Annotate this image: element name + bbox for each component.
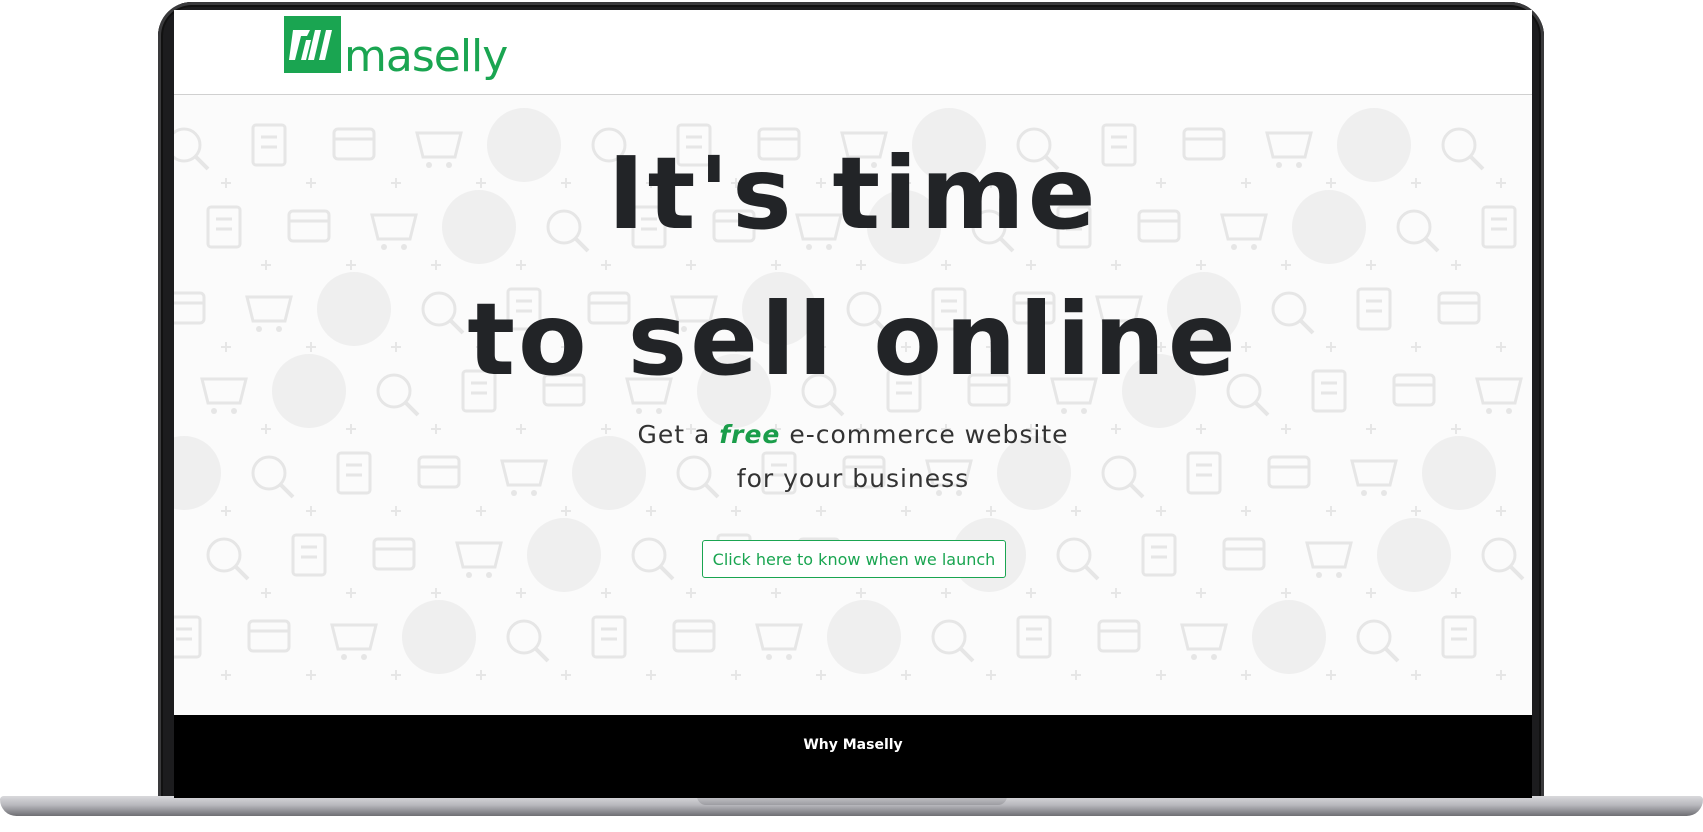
- plus-decoration-icon: [1071, 670, 1081, 680]
- magnifier-icon: [591, 615, 627, 659]
- brand-logo[interactable]: maselly: [284, 16, 508, 79]
- laptop-mockup: maselly It's time to sell online Get a f…: [0, 0, 1703, 832]
- megaphone-icon: [931, 619, 975, 663]
- plus-decoration-icon: [1156, 506, 1166, 516]
- subtitle-post: e-commerce website: [789, 420, 1069, 449]
- shopping-bag-icon: [291, 533, 327, 577]
- plus-decoration-icon: [1326, 506, 1336, 516]
- plus-decoration-icon: [856, 588, 866, 598]
- hero-subtitle-line2: for your business: [736, 464, 970, 493]
- plus-decoration-icon: [601, 588, 611, 598]
- delivery-truck-icon: [1481, 537, 1525, 581]
- plus-decoration-icon: [476, 670, 486, 680]
- plus-decoration-icon: [731, 670, 741, 680]
- plus-decoration-icon: [901, 506, 911, 516]
- why-maselly-link[interactable]: Why Maselly: [174, 737, 1532, 753]
- site-header: maselly: [174, 10, 1532, 95]
- basket-icon: [1252, 600, 1326, 674]
- plus-decoration-icon: [561, 506, 571, 516]
- plus-decoration-icon: [1111, 588, 1121, 598]
- clipboard-icon: [174, 615, 202, 659]
- stopwatch-icon: [247, 619, 291, 653]
- sale-tag-icon: [506, 619, 550, 663]
- plus-decoration-icon: [1366, 588, 1376, 598]
- plus-decoration-icon: [391, 670, 401, 680]
- logo-mark-icon: [284, 16, 341, 73]
- subtitle-pre: Get a: [637, 420, 711, 449]
- chat-icon: [1377, 518, 1451, 592]
- sneaker-icon: [402, 600, 476, 674]
- plus-decoration-icon: [1241, 670, 1251, 680]
- close-sign-icon: [330, 623, 378, 660]
- plus-decoration-icon: [1411, 506, 1421, 516]
- plus-decoration-icon: [646, 670, 656, 680]
- scissors-icon: [672, 619, 716, 653]
- subtitle-free: free: [719, 420, 781, 449]
- plus-decoration-icon: [1071, 506, 1081, 516]
- footer-bar: Why Maselly: [174, 715, 1532, 798]
- box-icon: [372, 537, 416, 571]
- plus-decoration-icon: [221, 670, 231, 680]
- plus-decoration-icon: [771, 588, 781, 598]
- basket-icon: [206, 537, 250, 581]
- plus-decoration-icon: [1156, 670, 1166, 680]
- plus-decoration-icon: [1026, 588, 1036, 598]
- plus-decoration-icon: [1451, 588, 1461, 598]
- plus-decoration-icon: [1411, 670, 1421, 680]
- tshirt-icon: [527, 518, 601, 592]
- plus-decoration-icon: [1281, 588, 1291, 598]
- plus-decoration-icon: [431, 588, 441, 598]
- plus-decoration-icon: [646, 506, 656, 516]
- cash-icon: [1097, 619, 1141, 653]
- box-icon: [1441, 615, 1477, 659]
- plus-decoration-icon: [561, 670, 571, 680]
- plus-decoration-icon: [1326, 670, 1336, 680]
- phone-icon: [755, 623, 803, 660]
- brand-name: maselly: [344, 31, 508, 82]
- plus-decoration-icon: [731, 506, 741, 516]
- shopping-bag-icon: [1356, 619, 1400, 663]
- piggy-bank-icon: [1222, 537, 1266, 571]
- cart-icon: [631, 537, 675, 581]
- shield-dollar-icon: [455, 541, 503, 578]
- hero-title-line2: to sell online: [467, 281, 1239, 398]
- launch-notify-button[interactable]: Click here to know when we launch: [702, 540, 1006, 578]
- location-pin-icon: [1056, 537, 1100, 581]
- plus-decoration-icon: [261, 588, 271, 598]
- plus-decoration-icon: [306, 670, 316, 680]
- plus-decoration-icon: [816, 670, 826, 680]
- plus-decoration-icon: [306, 506, 316, 516]
- hero-subtitle: Get a free e-commerce website for your b…: [174, 413, 1532, 501]
- plus-decoration-icon: [1241, 506, 1251, 516]
- plus-decoration-icon: [686, 588, 696, 598]
- plus-decoration-icon: [476, 506, 486, 516]
- plus-decoration-icon: [1496, 506, 1506, 516]
- hero-subtitle-line1: Get a free e-commerce website: [174, 413, 1532, 457]
- percent-icon: [1016, 615, 1052, 659]
- plus-decoration-icon: [1196, 588, 1206, 598]
- plus-decoration-icon: [221, 506, 231, 516]
- plus-decoration-icon: [516, 588, 526, 598]
- calculator-icon: [1180, 623, 1228, 660]
- plus-decoration-icon: [1496, 670, 1506, 680]
- wallet-icon: [1305, 541, 1353, 578]
- plus-decoration-icon: [901, 670, 911, 680]
- plus-decoration-icon: [986, 506, 996, 516]
- plus-decoration-icon: [391, 506, 401, 516]
- plus-decoration-icon: [986, 670, 996, 680]
- receipt-icon: [1141, 533, 1177, 577]
- hero-title: It's time to sell online: [174, 121, 1532, 413]
- plus-decoration-icon: [816, 506, 826, 516]
- hero-title-line1: It's time: [607, 135, 1099, 252]
- plus-decoration-icon: [941, 588, 951, 598]
- plus-decoration-icon: [346, 588, 356, 598]
- umbrella-icon: [827, 600, 901, 674]
- laptop-screen: maselly It's time to sell online Get a f…: [174, 10, 1532, 798]
- hero-section: It's time to sell online Get a free e-co…: [174, 95, 1532, 715]
